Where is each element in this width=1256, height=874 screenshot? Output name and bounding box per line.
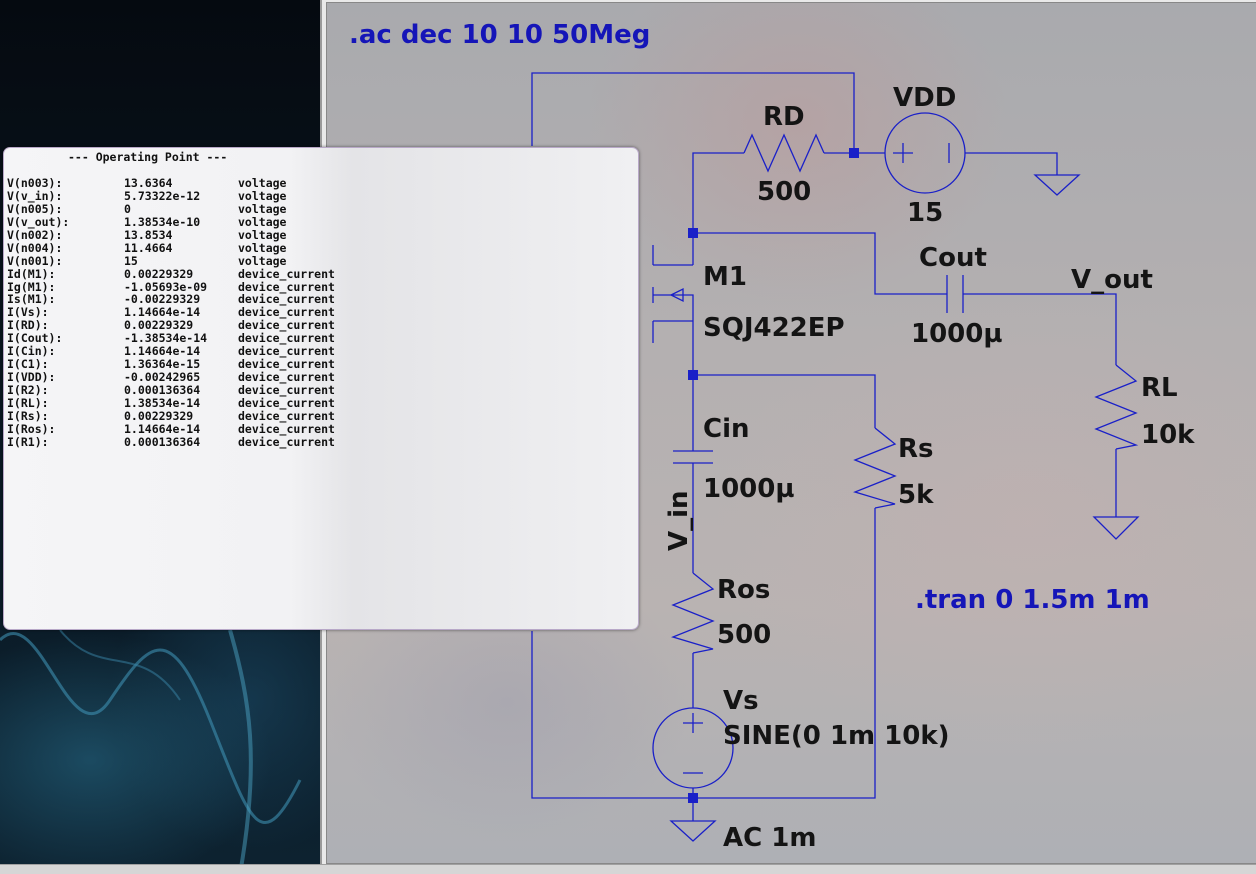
op-row-name: V(n001):: [7, 253, 63, 268]
wire-body: [653, 294, 694, 321]
rd-value-label: 500: [757, 177, 811, 207]
cout-value-label: 1000µ: [911, 319, 1003, 349]
op-row-unit: voltage: [238, 253, 287, 268]
m1-model-label: SQJ422EP: [703, 313, 845, 343]
op-row-unit: device_current: [238, 421, 335, 436]
junction-drain: [688, 228, 698, 238]
op-row-value: 0.00229329: [124, 408, 194, 423]
op-row-name: V(n002):: [7, 227, 63, 242]
operating-point-title: --- Operating Point ---: [68, 150, 228, 164]
junction-rd-vdd: [849, 148, 859, 158]
op-row-unit: device_current: [238, 395, 335, 410]
status-bar: [0, 864, 1256, 874]
junction-source: [688, 370, 698, 380]
cout-name-label: Cout: [919, 243, 987, 273]
cin-value-label: 1000µ: [703, 474, 795, 504]
op-row-name: V(n003):: [7, 176, 63, 190]
m1-name-label: M1: [703, 262, 747, 292]
op-row-unit: voltage: [238, 176, 287, 190]
ros-name-label: Ros: [717, 575, 770, 605]
vs-value-label: SINE(0 1m 10k): [723, 721, 950, 751]
capacitor-cin-symbol[interactable]: [673, 450, 713, 464]
ac-directive[interactable]: .ac dec 10 10 50Meg: [349, 20, 650, 50]
op-row-unit: voltage: [238, 214, 287, 229]
op-row-name: I(RL):: [7, 395, 49, 410]
resistor-rs-symbol[interactable]: [853, 427, 897, 509]
mosfet-m1-symbol[interactable]: [652, 245, 684, 343]
capacitor-cout-symbol[interactable]: [946, 275, 964, 313]
op-row-value: 15: [124, 253, 138, 268]
op-row-value: 13.8534: [124, 227, 173, 242]
op-row-unit: voltage: [238, 227, 287, 242]
op-row-value: 1.38534e-10: [124, 214, 201, 229]
vin-net-label: V_in: [664, 490, 694, 551]
op-row-name: V(v_out):: [7, 214, 70, 229]
op-row-value: 13.6364: [124, 176, 173, 190]
ground-rl-symbol: [1092, 516, 1140, 540]
wire-top-loop[interactable]: [531, 72, 855, 153]
op-row-value: 0.000136364: [124, 434, 201, 449]
op-row-unit: voltage: [238, 201, 287, 216]
resistor-rl-symbol[interactable]: [1094, 364, 1139, 450]
wire-rd-to-drain[interactable]: [692, 152, 744, 233]
rl-value-label: 10k: [1141, 420, 1195, 450]
op-row-value: 1.14664e-14: [124, 421, 201, 436]
op-row-value: 1.38534e-14: [124, 395, 201, 410]
op-row-name: Id(M1):: [7, 266, 56, 281]
op-row-name: I(R2):: [7, 383, 49, 397]
voltage-source-vdd-symbol[interactable]: [884, 112, 966, 194]
op-row-name: V(v_in):: [7, 188, 63, 203]
op-row-value: 0.00229329: [124, 266, 194, 281]
voltage-source-vs-symbol[interactable]: [652, 707, 734, 789]
tran-directive[interactable]: .tran 0 1.5m 1m: [915, 585, 1150, 615]
vdd-value-label: 15: [907, 198, 943, 228]
resistor-ros-symbol[interactable]: [671, 572, 715, 654]
cin-name-label: Cin: [703, 414, 750, 444]
op-row-unit: device_current: [238, 434, 335, 449]
vs-name-label: Vs: [723, 686, 759, 716]
wire-rs-to-bottom[interactable]: [693, 508, 876, 799]
op-row-name: V(n004):: [7, 240, 63, 255]
op-row-unit: device_current: [238, 266, 335, 281]
op-row-name: V(n005):: [7, 201, 63, 216]
resistor-rd-symbol[interactable]: [743, 133, 825, 173]
op-row-unit: device_current: [238, 408, 335, 423]
op-row-name: I(Ros):: [7, 421, 56, 436]
op-row-value: 5.73322e-12: [124, 188, 201, 203]
vs-ac-label: AC 1m: [723, 823, 816, 853]
vdd-name-label: VDD: [893, 83, 956, 113]
op-row-unit: voltage: [238, 240, 287, 255]
op-row-value: 0.000136364: [124, 383, 201, 397]
op-row-unit: voltage: [238, 188, 287, 203]
ros-value-label: 500: [717, 620, 771, 650]
op-row-value: 0: [124, 201, 131, 216]
junction-bottom: [688, 793, 698, 803]
op-row-name: I(Rs):: [7, 408, 49, 423]
ground-vdd-symbol: [1033, 174, 1081, 196]
ground-vs-symbol: [669, 820, 717, 842]
op-row-name: I(R1):: [7, 434, 49, 449]
rl-name-label: RL: [1141, 373, 1178, 403]
operating-point-window[interactable]: --- Operating Point --- V(n003): 13.6364 v…: [3, 147, 639, 630]
vout-net-label: V_out: [1071, 265, 1153, 295]
rs-value-label: 5k: [898, 480, 934, 510]
rs-name-label: Rs: [898, 434, 934, 464]
op-row-value: 11.4664: [124, 240, 173, 255]
rd-name-label: RD: [763, 102, 805, 132]
wire-left-bottom-loop[interactable]: [531, 631, 693, 799]
wire-vdd-to-ground[interactable]: [965, 152, 1058, 175]
op-row-unit: device_current: [238, 383, 335, 397]
